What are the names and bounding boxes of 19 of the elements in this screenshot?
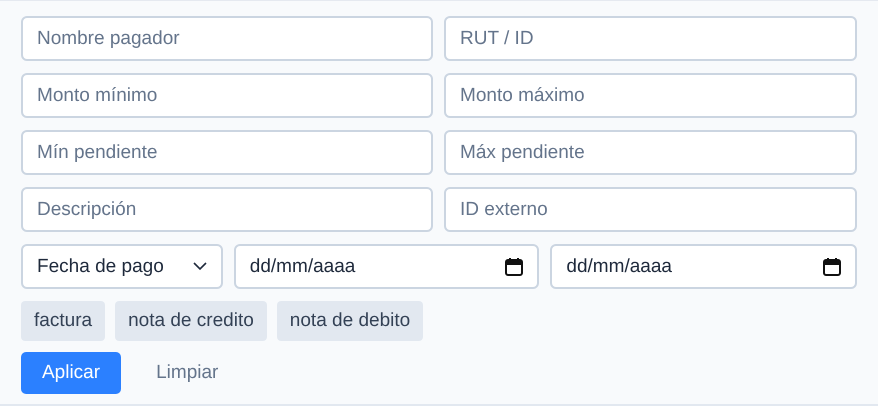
input-field[interactable]: Mín pendiente — [21, 130, 433, 175]
input-field[interactable]: Monto mínimo — [21, 73, 433, 118]
calendar-icon — [505, 257, 524, 276]
filter-tag[interactable]: factura — [21, 301, 106, 341]
input-field[interactable]: Nombre pagador — [21, 16, 433, 61]
clear-button[interactable]: Limpiar — [135, 352, 240, 394]
date-field[interactable]: dd/mm/aaaa — [550, 244, 858, 289]
input-field[interactable]: RUT / ID — [444, 16, 857, 61]
filter-tag[interactable]: nota de credito — [115, 301, 267, 341]
input-field[interactable]: ID externo — [444, 187, 857, 232]
chevron-down-icon — [192, 262, 207, 271]
calendar-icon — [823, 257, 842, 276]
input-field[interactable]: Máx pendiente — [444, 130, 857, 175]
input-field[interactable]: Descripción — [21, 187, 433, 232]
date-field[interactable]: dd/mm/aaaa — [234, 244, 540, 289]
apply-button[interactable]: Aplicar — [21, 352, 122, 394]
date-type-select[interactable]: Fecha de pago — [21, 244, 223, 289]
input-field[interactable]: Monto máximo — [444, 73, 857, 118]
filter-tag[interactable]: nota de debito — [276, 301, 424, 341]
